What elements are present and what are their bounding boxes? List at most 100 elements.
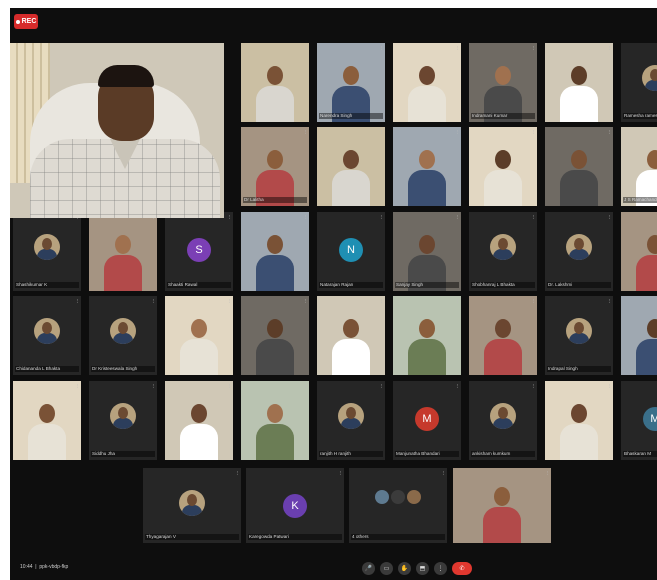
- avatar: [375, 490, 389, 504]
- mic-muted-icon: ⫶: [456, 46, 458, 52]
- participant-tile[interactable]: ⫶: [89, 212, 157, 291]
- participant-tile[interactable]: ⫶ Indramani Kumar: [469, 43, 537, 122]
- present-icon[interactable]: ⬒: [416, 562, 429, 575]
- more-icon[interactable]: ⋮: [434, 562, 447, 575]
- participant-video: [165, 296, 233, 375]
- participant-tile[interactable]: ⫶ Thyagarajan V: [143, 468, 241, 543]
- mic-muted-icon: ⫶: [236, 471, 238, 477]
- participant-video: [393, 296, 461, 375]
- participant-video: [393, 212, 461, 291]
- mic-muted-icon: ⫶: [532, 46, 534, 52]
- participant-tile[interactable]: ⫶: [621, 296, 657, 375]
- participant-figure: [632, 229, 657, 291]
- participant-tile[interactable]: ⫶: [469, 296, 537, 375]
- participant-tile[interactable]: ⫶: [393, 127, 461, 206]
- featured-speaker-video[interactable]: [10, 43, 224, 218]
- mic-muted-icon: ⫶: [532, 215, 534, 221]
- participant-tile[interactable]: ⫶Ramesha ramesh: [621, 43, 657, 122]
- avatar: [34, 318, 60, 344]
- participant-figure: [556, 144, 602, 206]
- participant-tile[interactable]: ⫶ Siddhu Jha: [89, 381, 157, 460]
- participant-name: J S Ramachandra: [623, 197, 657, 203]
- end-call-icon[interactable]: ✆: [452, 562, 472, 575]
- participant-tile[interactable]: ⫶ ranjith H ranjith: [317, 381, 385, 460]
- participant-video: [545, 43, 613, 122]
- participant-video: [241, 381, 309, 460]
- participant-name: Shobhanraj L Bhakta: [471, 282, 535, 288]
- participant-tile[interactable]: ⫶ 4 others: [349, 468, 447, 543]
- participant-tile[interactable]: M ⫶ Manjunatha Bhandari: [393, 381, 461, 460]
- participant-tile[interactable]: ⫶ Narendra Singh: [317, 43, 385, 122]
- participant-tile[interactable]: ⫶: [393, 296, 461, 375]
- participant-tile[interactable]: ⫶: [469, 127, 537, 206]
- participant-tile[interactable]: ⫶ Dr. Lakshmi: [545, 212, 613, 291]
- mic-muted-icon: ⫶: [456, 384, 458, 390]
- participant-video: [469, 296, 537, 375]
- participant-figure: [556, 398, 602, 460]
- mic-muted-icon: ⫶: [76, 384, 78, 390]
- participant-tile[interactable]: ⫶: [13, 381, 81, 460]
- mic-muted-icon: ⫶: [532, 299, 534, 305]
- mic-muted-icon: ⫶: [380, 215, 382, 221]
- participant-tile[interactable]: ⫶ Dr Lalitha: [241, 127, 309, 206]
- participant-tile[interactable]: M⫶Bhaskaran M: [621, 381, 657, 460]
- participant-name: 4 others: [351, 534, 445, 540]
- mic-icon[interactable]: 🎤: [362, 562, 375, 575]
- mic-muted-icon: ⫶: [380, 46, 382, 52]
- participant-name: Sanjay Singh: [395, 282, 459, 288]
- participant-tile[interactable]: ⫶: [393, 43, 461, 122]
- participant-figure: [404, 144, 450, 206]
- mic-muted-icon: ⫶: [304, 299, 306, 305]
- participant-name: Manjunatha Bhandari: [395, 451, 459, 457]
- participant-tile[interactable]: S ⫶ Shaakti Rawal: [165, 212, 233, 291]
- participant-tile[interactable]: ⫶: [317, 296, 385, 375]
- participant-name: Natarajan Rajan: [319, 282, 383, 288]
- participant-tile[interactable]: ⫶ Shobhanraj L Bhakta: [469, 212, 537, 291]
- participant-video: [621, 296, 657, 375]
- avatar: [179, 490, 205, 516]
- camera-icon[interactable]: ▭: [380, 562, 393, 575]
- avatar: [391, 490, 405, 504]
- participant-tile[interactable]: ⫶: [241, 212, 309, 291]
- participant-figure: [176, 398, 222, 460]
- participant-tile[interactable]: ⫶: [241, 296, 309, 375]
- participant-video: [241, 127, 309, 206]
- participant-tile[interactable]: K ⫶ Karegowda Patwari: [246, 468, 344, 543]
- participant-name: Narendra Singh: [319, 113, 383, 119]
- video-meeting-screen: REC ⫶⫶Narendra Singh⫶⫶Indramani Kumar⫶⫶R…: [10, 8, 657, 580]
- participant-figure: [24, 398, 70, 460]
- participant-name: Siddhu Jha: [91, 451, 155, 457]
- participant-tile[interactable]: ⫶: [621, 212, 657, 291]
- participant-name: Bhaskaran M: [623, 451, 657, 457]
- participant-tile[interactable]: ⫶: [545, 43, 613, 122]
- participant-tile[interactable]: ⫶: [545, 127, 613, 206]
- participant-name: Dr. Lakshmi: [547, 282, 611, 288]
- participant-tile[interactable]: ⫶: [545, 381, 613, 460]
- participant-tile[interactable]: ⫶ Chidananda L Bhakta: [13, 296, 81, 375]
- avatar: [566, 318, 592, 344]
- participant-tile[interactable]: N ⫶ Natarajan Rajan: [317, 212, 385, 291]
- mic-muted-icon: ⫶: [380, 384, 382, 390]
- participant-video: [469, 43, 537, 122]
- mic-muted-icon: ⫶: [152, 299, 154, 305]
- participant-tile[interactable]: ⫶: [241, 381, 309, 460]
- mic-muted-icon: ⫶: [442, 471, 444, 477]
- participant-figure: [252, 398, 298, 460]
- participant-tile[interactable]: ⫶: [165, 296, 233, 375]
- participant-tile[interactable]: ⫶J S Ramachandra: [621, 127, 657, 206]
- participant-tile[interactable]: ⫶ Indrapal Singh: [545, 296, 613, 375]
- participant-tile[interactable]: ⫶: [241, 43, 309, 122]
- participant-tile[interactable]: ⫶ Sanjay Singh: [393, 212, 461, 291]
- mic-muted-icon: ⫶: [532, 130, 534, 136]
- participant-tile[interactable]: ⫶ ankisham kumkum: [469, 381, 537, 460]
- participant-tile[interactable]: ⫶: [317, 127, 385, 206]
- participant-name: ankisham kumkum: [471, 451, 535, 457]
- participant-tile[interactable]: ⫶ Shashikumar K: [13, 212, 81, 291]
- mic-muted-icon: ⫶: [608, 299, 610, 305]
- participant-tile[interactable]: ⫶ Dr Kristeeswala Singh: [89, 296, 157, 375]
- participant-video: [317, 127, 385, 206]
- participant-tile[interactable]: ⫶: [165, 381, 233, 460]
- raise-hand-icon[interactable]: ✋: [398, 562, 411, 575]
- participant-name: ranjith H ranjith: [319, 451, 383, 457]
- participant-tile[interactable]: ⫶: [453, 468, 551, 543]
